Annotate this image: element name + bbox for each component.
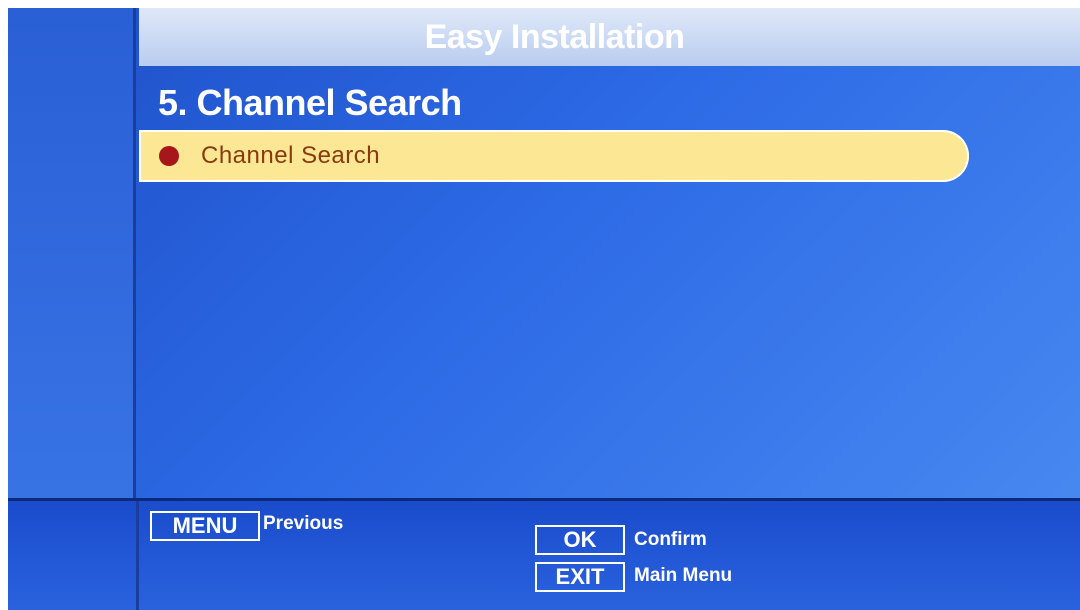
section-title: 5. Channel Search <box>158 82 462 123</box>
page-title: Easy Installation <box>424 18 685 56</box>
exit-key-label: Main Menu <box>634 565 733 586</box>
menu-item-channel-search[interactable]: Channel Search <box>139 130 969 182</box>
tv-screen: Easy Installation 5. Channel Search Chan… <box>8 8 1080 610</box>
footer-divider <box>136 501 139 610</box>
menu-key[interactable]: MENU <box>150 511 260 541</box>
bullet-dot-icon <box>159 146 179 166</box>
footer-bar: MENU Previous OK Confirm EXIT Main Menu <box>8 498 1080 610</box>
menu-item-label: Channel Search <box>201 142 381 169</box>
ok-key[interactable]: OK <box>535 525 625 555</box>
menu-key-label: Previous <box>263 513 344 534</box>
ok-key-label: Confirm <box>634 529 707 550</box>
exit-key[interactable]: EXIT <box>535 562 625 592</box>
